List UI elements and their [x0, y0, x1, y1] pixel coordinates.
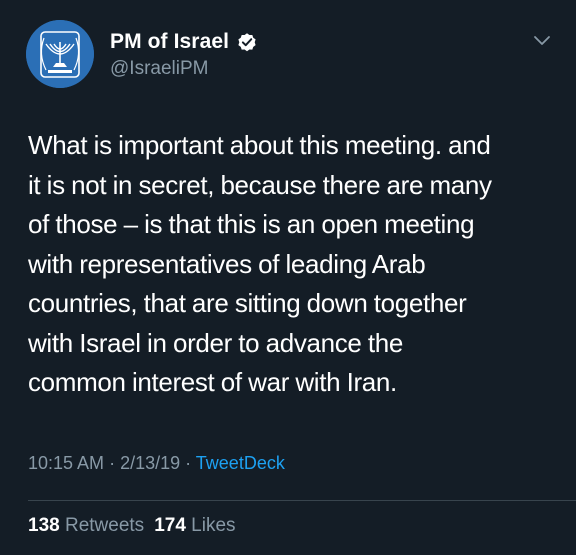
- retweets-stat[interactable]: 138 Retweets: [28, 515, 144, 536]
- author-name-row[interactable]: PM of Israel: [110, 30, 258, 54]
- avatar[interactable]: [26, 20, 94, 88]
- display-name[interactable]: PM of Israel: [110, 30, 229, 54]
- tweet-text-line: common interest of war with Iran.: [28, 367, 397, 397]
- tweet-text-line: with representatives of leading Arab: [28, 248, 426, 279]
- tweet-card: PM of Israel @IsraeliPM What is importan…: [0, 0, 576, 555]
- tweet-time[interactable]: 10:15 AM: [28, 453, 104, 473]
- tweet-source-link[interactable]: TweetDeck: [196, 453, 285, 473]
- tweet-text-line: with Israel in order to advance the: [28, 327, 403, 358]
- tweet-text: What is important about this meeting. an…: [28, 126, 558, 403]
- divider: [28, 500, 576, 501]
- tweet-stats: 138 Retweets 174 Likes: [28, 515, 236, 537]
- tweet-text-line: countries, that are sitting down togethe…: [28, 288, 467, 318]
- author-handle[interactable]: @IsraeliPM: [110, 58, 208, 80]
- tweet-text-line: What is important about this meeting. an…: [28, 130, 491, 160]
- likes-label: Likes: [191, 515, 236, 536]
- tweet-text-line: it is not in secret, because there are m…: [28, 169, 492, 200]
- meta-separator: ·: [104, 453, 121, 473]
- menorah-emblem-icon: [26, 20, 94, 88]
- retweets-label: Retweets: [64, 515, 145, 536]
- likes-count: 174: [154, 515, 186, 536]
- retweets-count: 138: [28, 515, 60, 536]
- verified-badge-icon: [238, 33, 256, 52]
- likes-stat[interactable]: 174 Likes: [154, 515, 235, 536]
- meta-separator: ·: [180, 453, 196, 473]
- chevron-down-icon[interactable]: [532, 34, 552, 48]
- tweet-meta: 10:15 AM · 2/13/19 · TweetDeck: [28, 453, 285, 474]
- tweet-text-line: of those – is that this is an open meeti…: [28, 209, 475, 239]
- tweet-date[interactable]: 2/13/19: [120, 453, 180, 473]
